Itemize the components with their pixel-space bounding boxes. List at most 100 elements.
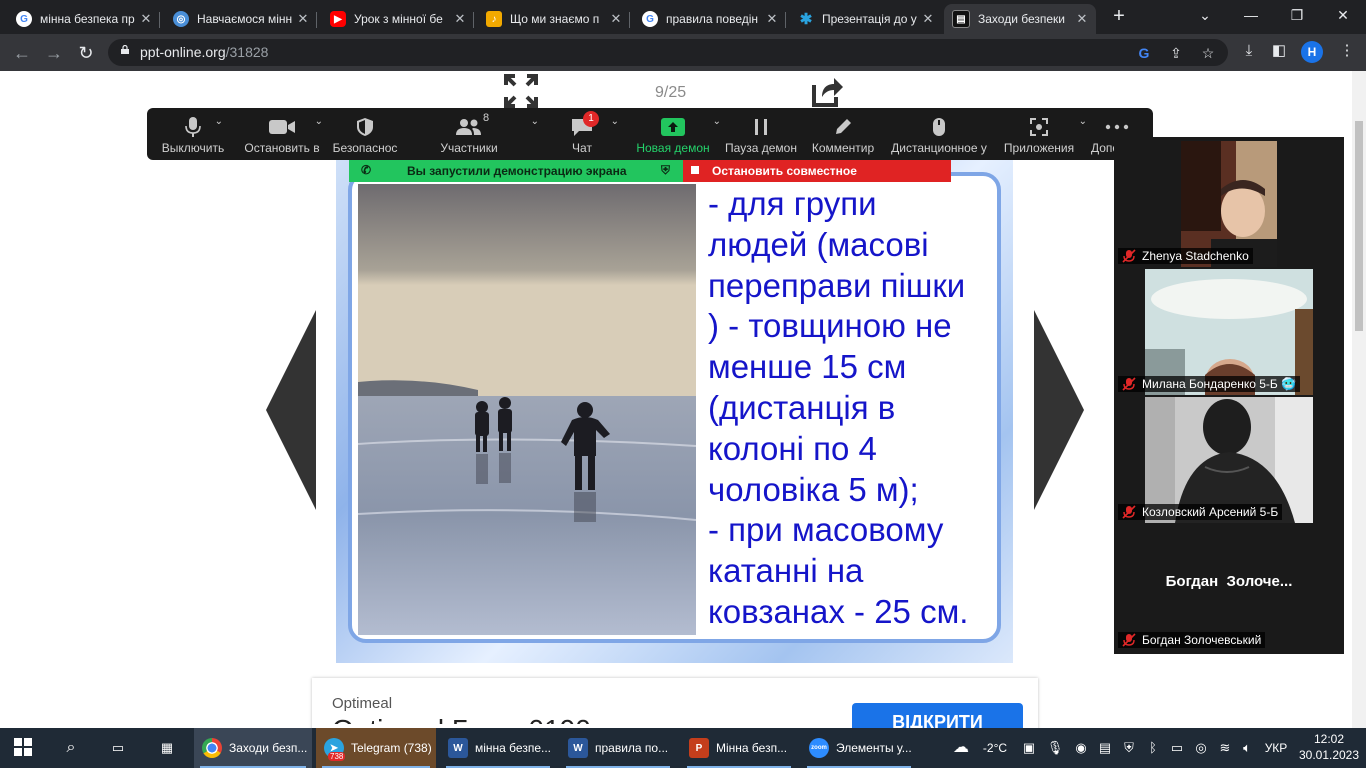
participants-button[interactable]: ⌄ 8 Участники	[429, 108, 539, 160]
close-tab-icon[interactable]: ✕	[1074, 11, 1090, 27]
calculator-icon[interactable]: ▦	[158, 738, 176, 758]
pause-icon	[721, 116, 801, 138]
browser-tab[interactable]: ◎ Навчаємося мінн ✕	[165, 4, 317, 34]
chevron-down-icon[interactable]: ⌄	[1079, 116, 1087, 127]
browser-tab[interactable]: G правила поведін ✕	[634, 4, 786, 34]
system-clock[interactable]: 12:02 30.01.2023	[1296, 731, 1362, 763]
slide-text-line: колоні по 4	[708, 429, 877, 467]
profile-avatar[interactable]: H	[1301, 41, 1323, 63]
bell-icon: ♪	[486, 11, 502, 27]
clock-date: 30.01.2023	[1298, 748, 1360, 762]
browser-tab-active[interactable]: ▤ Заходи безпеки ✕	[944, 4, 1096, 34]
security-button[interactable]: Безопаснос	[327, 108, 403, 160]
chevron-down-icon[interactable]: ⌄	[531, 116, 539, 127]
participant-tile[interactable]: Zhenya Stadchenko	[1116, 139, 1342, 267]
browser-tab[interactable]: ✱ Презентація до у ✕	[790, 4, 942, 34]
language-indicator[interactable]: УКР	[1262, 738, 1290, 758]
pause-share-button[interactable]: Пауза демон	[721, 108, 801, 160]
slide-text-line: людей (масові	[708, 225, 929, 263]
close-window-icon[interactable]: ✕	[1328, 4, 1358, 26]
share-page-icon[interactable]: ⇪	[1166, 43, 1186, 63]
stop-video-button[interactable]: ⌄ Остановить в	[239, 108, 325, 160]
chat-button[interactable]: 1 ⌄ Чат	[557, 108, 619, 160]
bluetooth-icon[interactable]: ᛒ	[1144, 738, 1162, 758]
participant-name: Милана Бондаренко 5-Б 🥶	[1142, 377, 1297, 391]
search-icon[interactable]: ⌕	[62, 738, 80, 758]
slide-text-line: ковзанах - 25 см.	[708, 592, 969, 630]
notification-app-icon[interactable]: ▣	[1020, 738, 1038, 758]
url-path: /31828	[225, 44, 269, 60]
app-tray-icon[interactable]: ▤	[1096, 738, 1114, 758]
forward-icon[interactable]: →	[42, 41, 66, 65]
google-lens-icon[interactable]: G	[1134, 43, 1154, 63]
url-bar[interactable]: ppt-online.org/31828 G ⇪ ☆	[108, 39, 1228, 66]
close-tab-icon[interactable]: ✕	[452, 11, 468, 27]
browser-tab[interactable]: ♪ Що ми знаємо п ✕	[478, 4, 630, 34]
snowflake-icon: ✱	[799, 11, 813, 28]
chevron-down-icon[interactable]: ⌄	[611, 116, 619, 127]
taskbar-app-zoom[interactable]: zoom Элементы у...	[801, 728, 917, 768]
participant-tile[interactable]: Козловский Арсений 5-Б	[1116, 395, 1342, 523]
muted-mic-icon	[1122, 377, 1136, 391]
taskbar-app-word[interactable]: W правила по...	[560, 728, 676, 768]
youtube-icon: ▶	[330, 11, 346, 27]
taskbar-app-powerpoint[interactable]: P Мінна безп...	[681, 728, 797, 768]
close-tab-icon[interactable]: ✕	[764, 11, 780, 27]
chevron-down-icon[interactable]: ⌄	[315, 116, 323, 127]
url-domain: ppt-online.org	[140, 44, 226, 60]
fullscreen-icon[interactable]	[503, 73, 539, 109]
display-tray-icon[interactable]: ▭	[1168, 738, 1186, 758]
phone-icon: ✆	[361, 163, 372, 177]
back-icon[interactable]: ←	[10, 41, 34, 65]
taskbar-app-word[interactable]: W мінна безпе...	[440, 728, 556, 768]
share-arrow-icon[interactable]	[810, 75, 844, 109]
wifi-icon[interactable]: ≋	[1216, 738, 1234, 758]
page-scrollbar[interactable]	[1352, 71, 1366, 728]
chat-unread-badge: 1	[583, 111, 599, 127]
browser-tab[interactable]: G мінна безпека пр ✕	[8, 4, 160, 34]
windows-start-icon[interactable]	[14, 738, 32, 758]
microphone-tray-icon[interactable]: 🎙︎	[1046, 738, 1064, 758]
volume-icon[interactable]: 🔈︎	[1238, 738, 1256, 758]
close-tab-icon[interactable]: ✕	[608, 11, 624, 27]
taskbar-app-telegram[interactable]: ➤ Telegram (738) 738	[316, 728, 436, 768]
mute-button[interactable]: ⌄ Выключить	[151, 108, 235, 160]
weather-cloud-icon[interactable]: ☁	[948, 738, 974, 758]
zoom-tray-icon[interactable]: ◉	[1072, 738, 1090, 758]
new-share-button[interactable]: ⌄ Новая демон	[633, 108, 721, 160]
next-slide-arrow[interactable]	[1034, 310, 1084, 510]
close-tab-icon[interactable]: ✕	[295, 11, 311, 27]
minimize-icon[interactable]: —	[1236, 4, 1266, 26]
restore-icon[interactable]: ❐	[1282, 4, 1312, 26]
taskbar-app-chrome[interactable]: Заходи безп...	[194, 728, 312, 768]
scrollbar-thumb[interactable]	[1355, 121, 1363, 331]
browser-tab[interactable]: ▶ Урок з мінної бе ✕	[322, 4, 474, 34]
chevron-down-icon[interactable]: ⌄	[215, 116, 223, 127]
participant-tile[interactable]: Милана Бондаренко 5-Б 🥶	[1116, 267, 1342, 395]
side-panel-icon[interactable]: ◧	[1268, 40, 1290, 62]
download-icon[interactable]: ⤓	[1238, 40, 1260, 62]
annotate-button[interactable]: Комментир	[807, 108, 879, 160]
slide-text-line: (дистанція в	[708, 388, 896, 426]
menu-kebab-icon[interactable]: ⋮	[1336, 40, 1358, 62]
reload-icon[interactable]: ↻	[74, 41, 98, 65]
remote-control-button[interactable]: Дистанционное у	[887, 108, 991, 160]
weather-temperature[interactable]: -2°C	[978, 738, 1012, 758]
close-tab-icon[interactable]: ✕	[920, 11, 936, 27]
stop-share-button[interactable]: Остановить совместное использование	[683, 160, 951, 192]
apps-button[interactable]: ⌄ Приложения	[999, 108, 1087, 160]
previous-slide-arrow[interactable]	[266, 310, 316, 510]
security-tray-icon[interactable]: ⛨	[1120, 738, 1138, 758]
chevron-down-icon[interactable]: ⌄	[713, 116, 721, 127]
telegram-badge: 738	[328, 752, 346, 761]
new-tab-button[interactable]: +	[1108, 5, 1130, 27]
bookmark-star-icon[interactable]: ☆	[1198, 43, 1218, 63]
close-tab-icon[interactable]: ✕	[138, 11, 154, 27]
network-icon[interactable]: ◎	[1192, 738, 1210, 758]
task-view-icon[interactable]: ▭	[109, 738, 127, 758]
tab-search-icon[interactable]: ⌄	[1190, 4, 1220, 26]
zoom-meeting-toolbar: ⌄ Выключить ⌄ Остановить в Безопаснос ⌄ …	[147, 108, 1153, 160]
shield-check-icon: ⛨	[661, 163, 671, 177]
muted-mic-icon	[1122, 633, 1136, 647]
participant-tile[interactable]: Богдан Золоче... Богдан Золочевський	[1116, 523, 1342, 649]
